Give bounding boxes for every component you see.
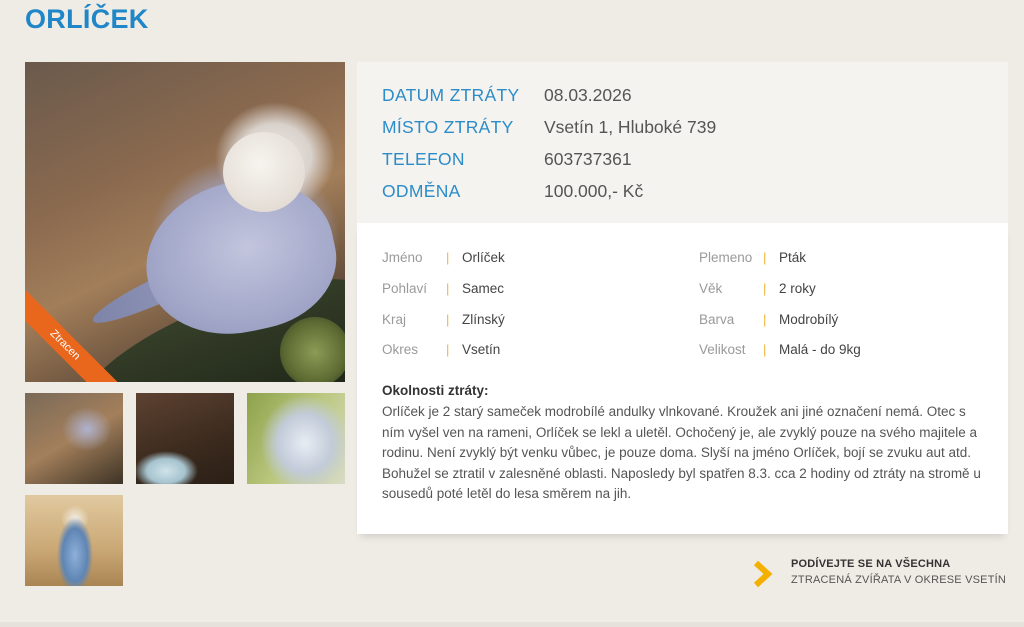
attribute-separator: |	[763, 311, 767, 327]
attribute-name: Jméno | Orlíček	[382, 248, 505, 266]
detail-value: Vsetín 1, Hluboké 739	[544, 116, 717, 137]
thumbnail-1[interactable]	[25, 393, 123, 484]
attribute-separator: |	[763, 341, 767, 357]
circumstances-text: Orlíček je 2 starý sameček modrobílé and…	[382, 404, 981, 501]
attribute-value: Modrobílý	[779, 311, 839, 327]
thumbnail-4[interactable]	[25, 495, 123, 586]
attribute-breed: Plemeno | Pták	[699, 248, 806, 266]
main-photo[interactable]: Ztracen	[25, 62, 345, 382]
attribute-key: Věk	[699, 280, 723, 296]
attribute-key: Jméno	[382, 249, 423, 265]
attribute-color: Barva | Modrobílý	[699, 310, 838, 328]
detail-label: ODMĚNA	[382, 180, 461, 201]
attribute-separator: |	[763, 249, 767, 265]
attribute-region: Kraj | Zlínský	[382, 310, 505, 328]
footer-divider	[0, 622, 1024, 627]
attribute-separator: |	[446, 311, 450, 327]
attribute-district: Okres | Vsetín	[382, 340, 500, 358]
attribute-value: Pták	[779, 249, 807, 265]
detail-label: DATUM ZTRÁTY	[382, 84, 520, 105]
attribute-separator: |	[446, 249, 450, 265]
attribute-sex: Pohlaví | Samec	[382, 279, 504, 297]
attribute-key: Okres	[382, 341, 419, 357]
thumbnail-3[interactable]	[247, 393, 345, 484]
photo-moss	[280, 317, 345, 382]
photo-bird-head	[223, 132, 305, 212]
attribute-value: Samec	[462, 280, 505, 296]
link-line-1[interactable]: PODÍVEJTE SE NA VŠECHNA	[791, 558, 950, 570]
loss-details-panel: DATUM ZTRÁTY 08.03.2026 MÍSTO ZTRÁTY Vse…	[357, 62, 1008, 223]
attribute-key: Kraj	[382, 311, 407, 327]
attribute-key: Pohlaví	[382, 280, 428, 296]
detail-value[interactable]: 603737361	[544, 149, 632, 170]
detail-row-reward: ODMĚNA 100.000,- Kč	[382, 175, 643, 207]
attribute-value: Zlínský	[462, 311, 505, 327]
thumbnail-2[interactable]	[136, 393, 234, 484]
detail-label: TELEFON	[382, 148, 465, 169]
attribute-value: 2 roky	[779, 280, 816, 296]
attribute-separator: |	[446, 280, 450, 296]
detail-row-place: MÍSTO ZTRÁTY Vsetín 1, Hluboké 739	[382, 111, 716, 143]
detail-row-date: DATUM ZTRÁTY 08.03.2026	[382, 79, 632, 111]
chevron-right-icon	[753, 560, 773, 588]
attribute-separator: |	[763, 280, 767, 296]
attribute-key: Barva	[699, 311, 735, 327]
detail-value: 08.03.2026	[544, 84, 632, 105]
detail-value: 100.000,- Kč	[544, 180, 644, 201]
link-line-2[interactable]: ZTRACENÁ ZVÍŘATA V OKRESE VSETÍN	[791, 574, 1006, 586]
attribute-size: Velikost | Malá - do 9kg	[699, 340, 861, 358]
page-title: ORLÍČEK	[25, 4, 149, 34]
pet-attributes-panel: Jméno | Orlíček Pohlaví | Samec Kraj | Z…	[357, 223, 1008, 534]
attribute-value: Orlíček	[462, 249, 505, 265]
view-all-lost-animals-link[interactable]: PODÍVEJTE SE NA VŠECHNA ZTRACENÁ ZVÍŘATA…	[750, 556, 1010, 592]
detail-label: MÍSTO ZTRÁTY	[382, 116, 514, 137]
attribute-value: Malá - do 9kg	[779, 341, 861, 357]
attribute-key: Velikost	[699, 341, 746, 357]
attribute-key: Plemeno	[699, 249, 753, 265]
attribute-value: Vsetín	[462, 341, 501, 357]
attribute-separator: |	[446, 341, 450, 357]
attribute-age: Věk | 2 roky	[699, 279, 816, 297]
circumstances-title: Okolnosti ztráty:	[382, 383, 489, 398]
detail-row-phone: TELEFON 603737361	[382, 143, 632, 175]
